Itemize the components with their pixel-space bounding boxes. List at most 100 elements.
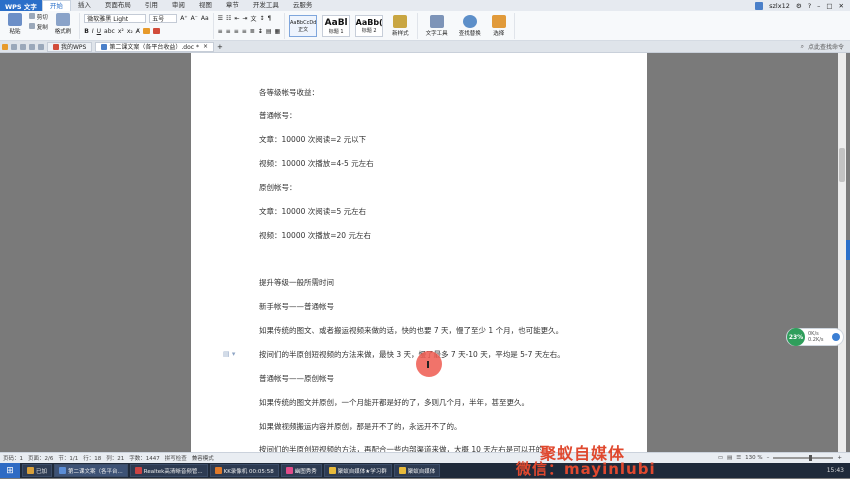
close-tab-icon[interactable]: × (203, 43, 208, 50)
side-panel-handle[interactable] (846, 240, 850, 260)
chinese-layout-icon[interactable]: 文 (250, 14, 256, 23)
avatar[interactable] (755, 1, 764, 10)
menu-tab-page-layout[interactable]: 页面布局 (98, 0, 138, 11)
superscript-icon[interactable]: x² (118, 28, 124, 35)
maximize-icon[interactable]: □ (826, 2, 832, 10)
menu-tab-insert[interactable]: 插入 (71, 0, 98, 11)
print-icon[interactable] (20, 43, 26, 50)
clock[interactable]: 15:43 (827, 467, 844, 474)
view-web-icon[interactable]: ▤ (727, 455, 732, 461)
taskbar-item[interactable]: Realtek高清晰音频管... (129, 464, 208, 477)
shrink-font-icon[interactable]: A⁻ (191, 15, 198, 22)
style-heading-2[interactable]: AaBb( 标题 2 (355, 15, 384, 37)
app-menu-button[interactable]: WPS 文字 (0, 0, 42, 11)
strikethrough-icon[interactable]: abc (104, 28, 115, 35)
plus-icon[interactable] (832, 333, 840, 341)
menu-tab-home[interactable]: 开始 (41, 0, 71, 11)
distribute-icon[interactable]: ≣ (250, 28, 255, 35)
align-left-icon[interactable]: ≡ (218, 28, 223, 35)
underline-icon[interactable]: U (97, 28, 101, 35)
paragraph-handle-icon[interactable]: ▤ ▾ (223, 350, 235, 358)
network-speed-widget[interactable]: 23% 0K/s 0.2K/s (786, 328, 844, 346)
paste-button[interactable]: 粘贴 (4, 13, 26, 39)
decrease-indent-icon[interactable]: ⇤ (234, 15, 239, 22)
taskbar-item[interactable]: 聚蚁自媒体 (393, 464, 441, 477)
align-center-icon[interactable]: ≡ (226, 28, 231, 35)
increase-indent-icon[interactable]: ⇥ (242, 15, 247, 22)
subscript-icon[interactable]: x₂ (127, 28, 133, 35)
status-section: 节：1/1 (58, 456, 79, 462)
command-search[interactable]: ⌕ 点此查找命令 (801, 42, 850, 52)
justify-icon[interactable]: ≡ (242, 28, 247, 35)
borders-icon[interactable]: ▦ (274, 28, 280, 35)
document-page[interactable]: 各等级帐号收益： 普通帐号： 文章：10000 次阅读=2 元以下 视频：100… (191, 53, 647, 454)
sort-icon[interactable]: ↕ (259, 15, 264, 22)
select-button[interactable]: 选择 (488, 15, 510, 37)
style-normal[interactable]: AaBbCcDd 正文 (289, 15, 318, 37)
find-replace-button[interactable]: 查找替换 (455, 15, 485, 37)
bullet-list-icon[interactable]: ☰ (218, 15, 223, 22)
font-size-select[interactable]: 五号 (149, 13, 178, 23)
status-compat-mode: 兼容模式 (191, 456, 214, 462)
new-tab-icon[interactable]: + (217, 43, 223, 51)
zoom-slider[interactable] (773, 455, 834, 461)
menu-tab-review[interactable]: 审阅 (165, 0, 192, 11)
menu-tab-chapter[interactable]: 章节 (219, 0, 246, 11)
grow-font-icon[interactable]: A⁺ (180, 15, 187, 22)
doc-line: 原创帐号： (259, 183, 297, 192)
tab-my-wps[interactable]: 我的WPS (47, 41, 93, 52)
line-spacing-icon[interactable]: ↨ (258, 28, 263, 35)
shading-icon[interactable]: ▤ (266, 28, 272, 35)
minimize-icon[interactable]: – (817, 2, 820, 10)
font-color-icon[interactable] (152, 28, 160, 34)
scroll-thumb[interactable] (839, 148, 845, 182)
style-heading-1[interactable]: AaBl 标题 1 (322, 15, 351, 37)
numbered-list-icon[interactable]: ☷ (226, 15, 231, 22)
view-page-icon[interactable]: ▭ (718, 455, 723, 461)
doc-icon (101, 43, 108, 50)
doc-line: 各等级帐号收益： (259, 88, 319, 97)
show-marks-icon[interactable]: ¶ (268, 15, 272, 22)
doc-line: 提升等级一般所需时间 (259, 278, 334, 287)
taskbar-item[interactable]: 幽图秀秀 (280, 464, 322, 477)
menu-tab-cloud[interactable]: 云服务 (286, 0, 320, 11)
undo-icon[interactable] (29, 43, 35, 50)
highlight-icon[interactable] (142, 28, 150, 34)
menu-tab-developer[interactable]: 开发工具 (246, 0, 286, 11)
taskbar-item[interactable]: KK录像机 00:05:58 (209, 464, 279, 477)
copy-button[interactable]: 复制 (29, 23, 48, 31)
help-icon[interactable]: ? (808, 2, 811, 10)
start-button[interactable]: ⊞ (0, 463, 20, 478)
redo-icon[interactable] (38, 43, 44, 50)
change-case-icon[interactable]: Aa (201, 15, 209, 22)
zoom-level[interactable]: 130 % (745, 455, 762, 461)
gear-icon[interactable]: ⚙ (796, 2, 802, 10)
close-icon[interactable]: ✕ (839, 2, 844, 10)
font-name-select[interactable]: 微软雅黑 Light (84, 13, 147, 23)
tab-document[interactable]: 第二课文案（各平台收益）.doc * × (95, 41, 214, 52)
taskbar-item[interactable]: 已加 (22, 464, 53, 477)
menu-tab-view[interactable]: 视图 (192, 0, 219, 11)
bold-icon[interactable]: B (84, 28, 89, 35)
zoom-out-icon[interactable]: – (767, 455, 770, 461)
new-style-button[interactable]: 新样式 (388, 15, 413, 37)
status-word-count[interactable]: 字数：1447 (129, 454, 160, 462)
align-right-icon[interactable]: ≡ (234, 28, 239, 35)
text-tools-button[interactable]: 文字工具 (422, 15, 452, 37)
clear-format-icon[interactable]: A̸ (136, 28, 140, 35)
recorder-icon (214, 467, 222, 474)
italic-icon[interactable]: I (92, 28, 94, 35)
format-painter-button[interactable]: 格式刷 (51, 13, 76, 39)
folder-icon[interactable] (2, 43, 8, 50)
status-spell-check[interactable]: 拼写检查 (165, 454, 187, 462)
taskbar-item[interactable]: 第二课文案（各平台... (54, 464, 128, 477)
user-name[interactable]: szlx12 (769, 2, 790, 10)
zoom-in-icon[interactable]: + (837, 455, 842, 461)
cut-button[interactable]: 剪切 (29, 13, 48, 21)
taskbar-item[interactable]: 聚蚁自媒体★学习群 (323, 464, 392, 477)
save-icon[interactable] (11, 43, 17, 50)
zoom-slider-thumb[interactable] (809, 455, 813, 461)
view-outline-icon[interactable]: ☰ (736, 455, 741, 461)
vertical-scrollbar[interactable] (838, 53, 846, 452)
menu-tab-references[interactable]: 引用 (138, 0, 165, 11)
